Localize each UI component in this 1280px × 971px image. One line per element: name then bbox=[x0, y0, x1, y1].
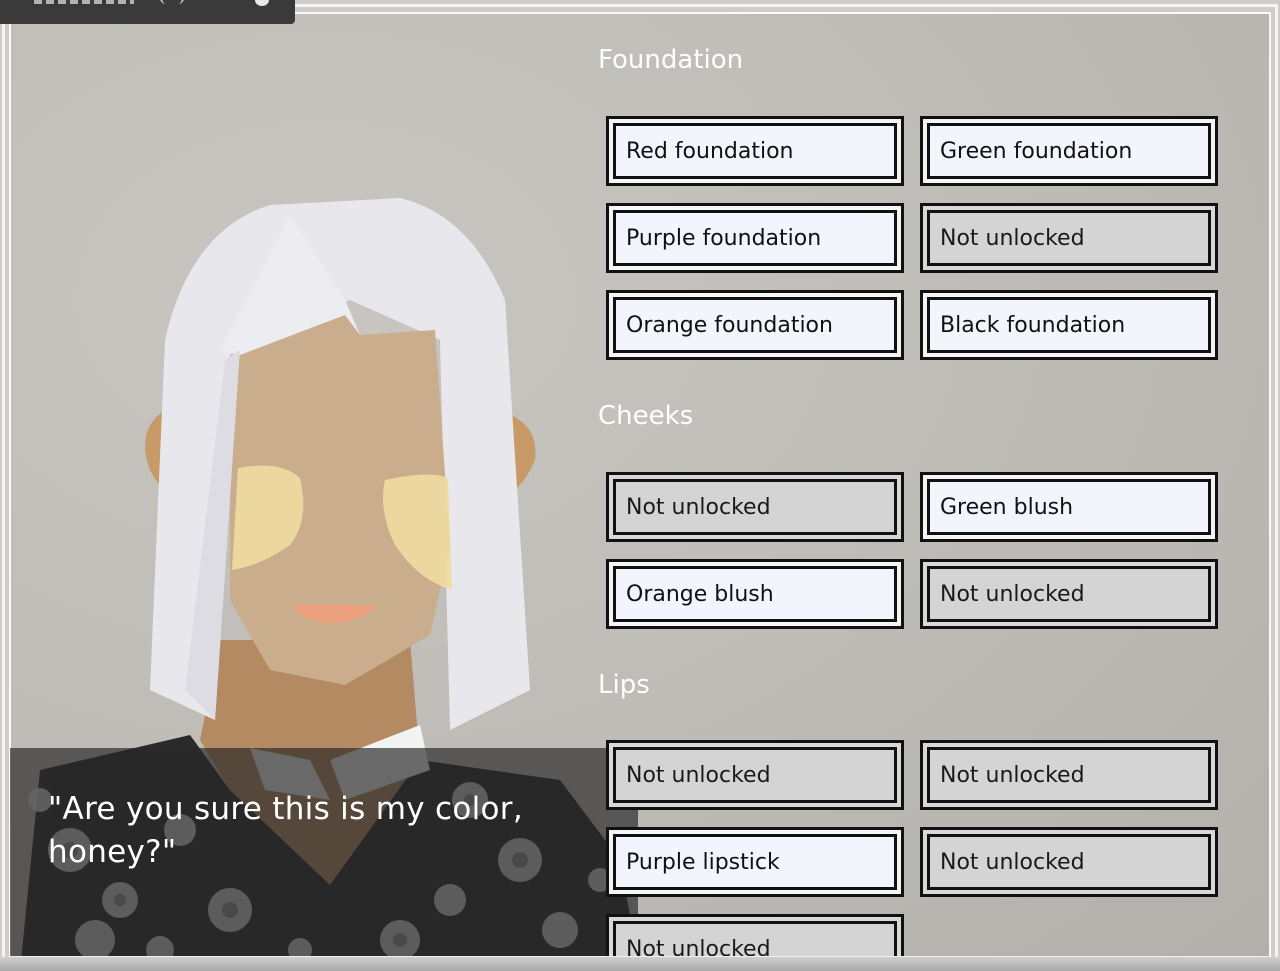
option-red-foundation[interactable]: Red foundation bbox=[606, 116, 904, 186]
quick-menu-bar[interactable] bbox=[0, 0, 295, 24]
option-label: Not unlocked bbox=[927, 834, 1211, 890]
audio-icon[interactable] bbox=[160, 0, 184, 4]
option-locked-foundation: Not unlocked bbox=[920, 203, 1218, 273]
option-label: Green foundation bbox=[927, 123, 1211, 179]
option-label: Not unlocked bbox=[927, 566, 1211, 622]
settings-icon[interactable] bbox=[255, 0, 269, 6]
option-label: Black foundation bbox=[927, 297, 1211, 353]
dialogue-line-2: honey?" bbox=[48, 834, 177, 870]
option-orange-foundation[interactable]: Orange foundation bbox=[606, 290, 904, 360]
option-label: Orange blush bbox=[613, 566, 897, 622]
dialogue-line-1: "Are you sure this is my color, bbox=[48, 791, 523, 827]
option-label: Red foundation bbox=[613, 123, 897, 179]
option-locked-cheeks-2: Not unlocked bbox=[920, 559, 1218, 629]
option-purple-foundation[interactable]: Purple foundation bbox=[606, 203, 904, 273]
option-label: Green blush bbox=[927, 479, 1211, 535]
option-orange-blush[interactable]: Orange blush bbox=[606, 559, 904, 629]
option-label: Not unlocked bbox=[927, 210, 1211, 266]
option-locked-cheeks-1: Not unlocked bbox=[606, 472, 904, 542]
section-title-lips: Lips bbox=[598, 670, 650, 700]
game-screen: "Are you sure this is my color, honey?" … bbox=[0, 0, 1280, 971]
option-green-blush[interactable]: Green blush bbox=[920, 472, 1218, 542]
option-label: Not unlocked bbox=[613, 479, 897, 535]
section-title-foundation: Foundation bbox=[598, 45, 744, 75]
dialogue-box[interactable]: "Are you sure this is my color, honey?" bbox=[10, 748, 638, 964]
option-label: Not unlocked bbox=[613, 921, 897, 961]
option-green-foundation[interactable]: Green foundation bbox=[920, 116, 1218, 186]
option-label: Not unlocked bbox=[613, 747, 897, 803]
dialogue-text: "Are you sure this is my color, honey?" bbox=[48, 788, 528, 874]
option-purple-lipstick[interactable]: Purple lipstick bbox=[606, 827, 904, 897]
option-locked-lips-2: Not unlocked bbox=[920, 740, 1218, 810]
option-label: Purple lipstick bbox=[613, 834, 897, 890]
option-label: Orange foundation bbox=[613, 297, 897, 353]
option-locked-lips-1: Not unlocked bbox=[606, 740, 904, 810]
option-label: Purple foundation bbox=[613, 210, 897, 266]
frame-bottom-edge bbox=[0, 957, 1280, 971]
option-locked-lips-3: Not unlocked bbox=[920, 827, 1218, 897]
option-black-foundation[interactable]: Black foundation bbox=[920, 290, 1218, 360]
option-label: Not unlocked bbox=[927, 747, 1211, 803]
quick-menu-text-cutoff bbox=[34, 0, 134, 4]
section-title-cheeks: Cheeks bbox=[598, 401, 694, 431]
